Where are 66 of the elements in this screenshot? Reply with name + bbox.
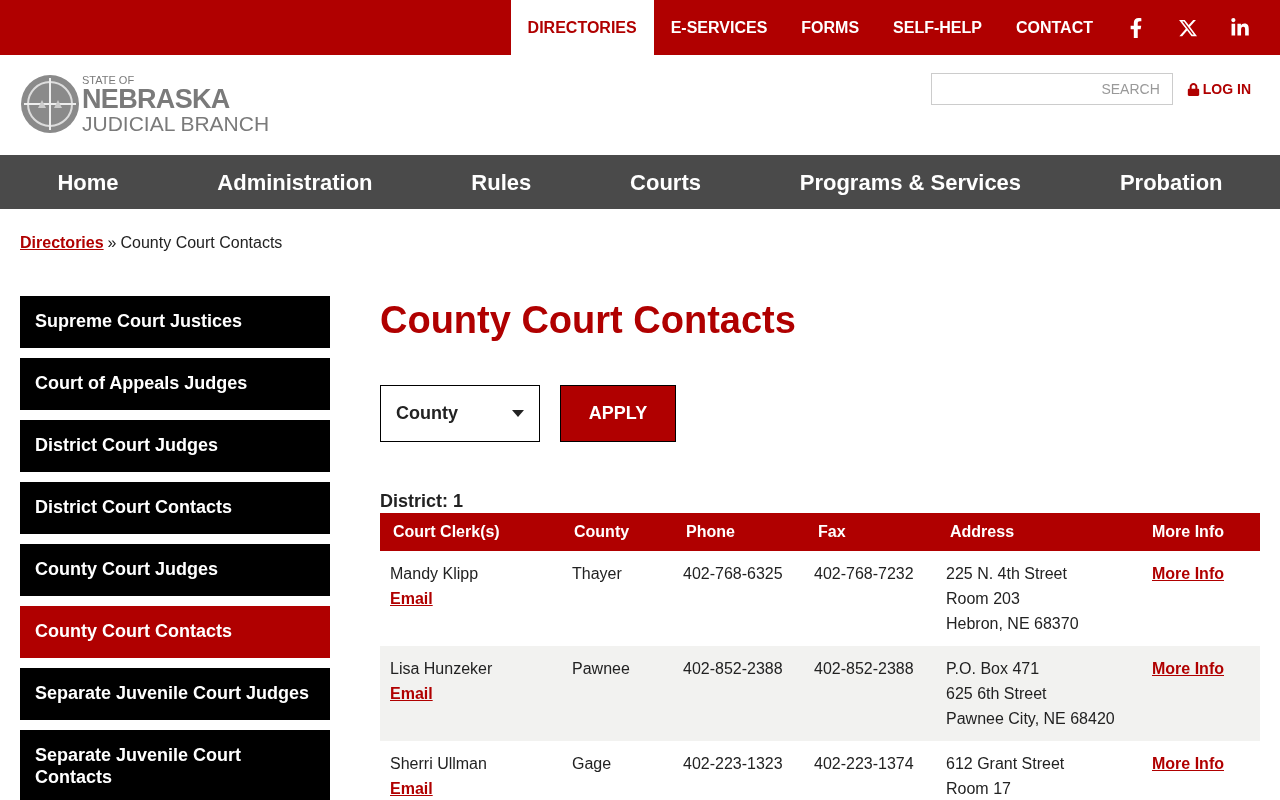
- email-link[interactable]: Email: [390, 776, 433, 800]
- sidebar-item[interactable]: District Court Contacts: [20, 482, 330, 534]
- apply-button[interactable]: APPLY: [560, 385, 676, 442]
- sidebar-item[interactable]: Court of Appeals Judges: [20, 358, 330, 410]
- county-cell-text: Pawnee: [571, 659, 631, 679]
- sidebar-item[interactable]: Supreme Court Justices: [20, 296, 330, 348]
- login-link[interactable]: LOG IN: [1186, 73, 1251, 100]
- top-nav-link[interactable]: SELF-HELP: [876, 0, 999, 55]
- sidebar-item[interactable]: District Court Judges: [20, 420, 330, 472]
- address-line: P.O. Box 471: [946, 659, 1041, 679]
- column-header: Court Clerk(s): [392, 522, 501, 542]
- clerk-name: Lisa Hunzeker: [390, 659, 493, 679]
- district-heading: District: 1: [380, 490, 465, 513]
- fax-cell-text: 402-768-7232: [813, 564, 915, 584]
- top-nav-link[interactable]: E-SERVICES: [653, 0, 785, 55]
- county-cell-text: Thayer: [571, 564, 623, 584]
- fax-cell-text: 402-223-1374: [813, 754, 915, 774]
- county-cell-text: Gage: [571, 754, 613, 774]
- address-line: Room 203: [946, 589, 1021, 609]
- page-title: County Court Contacts: [380, 298, 797, 343]
- clerk-name: Mandy Klipp: [390, 564, 479, 584]
- column-header: Address: [949, 522, 1016, 542]
- main-nav-link[interactable]: Programs & Services: [799, 165, 1022, 199]
- clerk-name: Sherri Ullman: [390, 754, 487, 774]
- more-info-link[interactable]: More Info: [1152, 656, 1260, 681]
- county-dropdown[interactable]: County: [380, 385, 540, 442]
- main-nav-link[interactable]: Administration: [217, 165, 373, 199]
- phone-cell-text: 402-223-1323: [682, 754, 784, 774]
- column-header: More Info: [1152, 522, 1225, 542]
- email-link[interactable]: Email: [390, 586, 433, 611]
- breadcrumb-link[interactable]: Directories: [20, 231, 104, 255]
- email-link[interactable]: Email: [390, 681, 433, 706]
- logo-text: JUDICIAL BRANCH: [82, 112, 270, 134]
- column-header: Fax: [817, 522, 847, 542]
- top-nav-link[interactable]: CONTACT: [998, 0, 1110, 55]
- sidebar-item[interactable]: County Court Judges: [20, 544, 330, 596]
- logo-text: NEBRASKA: [82, 85, 231, 113]
- main-nav-link[interactable]: Rules: [471, 165, 532, 199]
- address-line: Hebron, NE 68370: [946, 614, 1080, 634]
- main-nav-link[interactable]: Courts: [630, 165, 701, 199]
- logo-text: STATE OF: [82, 74, 136, 86]
- breadcrumb-separator: »: [107, 233, 117, 253]
- caret-icon: [512, 409, 524, 418]
- main-nav-link[interactable]: Probation: [1119, 165, 1223, 199]
- sidebar-item[interactable]: County Court Contacts: [20, 606, 330, 658]
- main-nav-link[interactable]: Home: [57, 165, 119, 199]
- fax-cell-text: 402-852-2388: [813, 659, 915, 679]
- column-header: Phone: [685, 522, 736, 542]
- search-field[interactable]: SEARCH: [930, 73, 1173, 105]
- address-line: 225 N. 4th Street: [946, 564, 1068, 584]
- phone-cell-text: 402-768-6325: [682, 564, 784, 584]
- breadcrumb-current: County Court Contacts: [120, 233, 283, 253]
- sidebar-item[interactable]: Separate Juvenile Court Judges: [20, 668, 330, 720]
- more-info-link[interactable]: More Info: [1152, 561, 1260, 586]
- address-line: 612 Grant Street: [946, 754, 1066, 774]
- seal-icon: [20, 74, 80, 134]
- address-line: Pawnee City, NE 68420: [946, 709, 1116, 729]
- top-nav-link[interactable]: DIRECTORIES: [510, 0, 654, 55]
- address-line: 625 6th Street: [946, 684, 1048, 704]
- more-info-link[interactable]: More Info: [1152, 751, 1260, 776]
- sidebar-item[interactable]: Separate Juvenile Court Contacts: [20, 730, 330, 800]
- address-line: Room 17: [946, 779, 1012, 799]
- phone-cell-text: 402-852-2388: [682, 659, 784, 679]
- column-header: County: [573, 522, 631, 542]
- top-nav-link[interactable]: FORMS: [784, 0, 877, 55]
- lock-icon: [1186, 83, 1200, 96]
